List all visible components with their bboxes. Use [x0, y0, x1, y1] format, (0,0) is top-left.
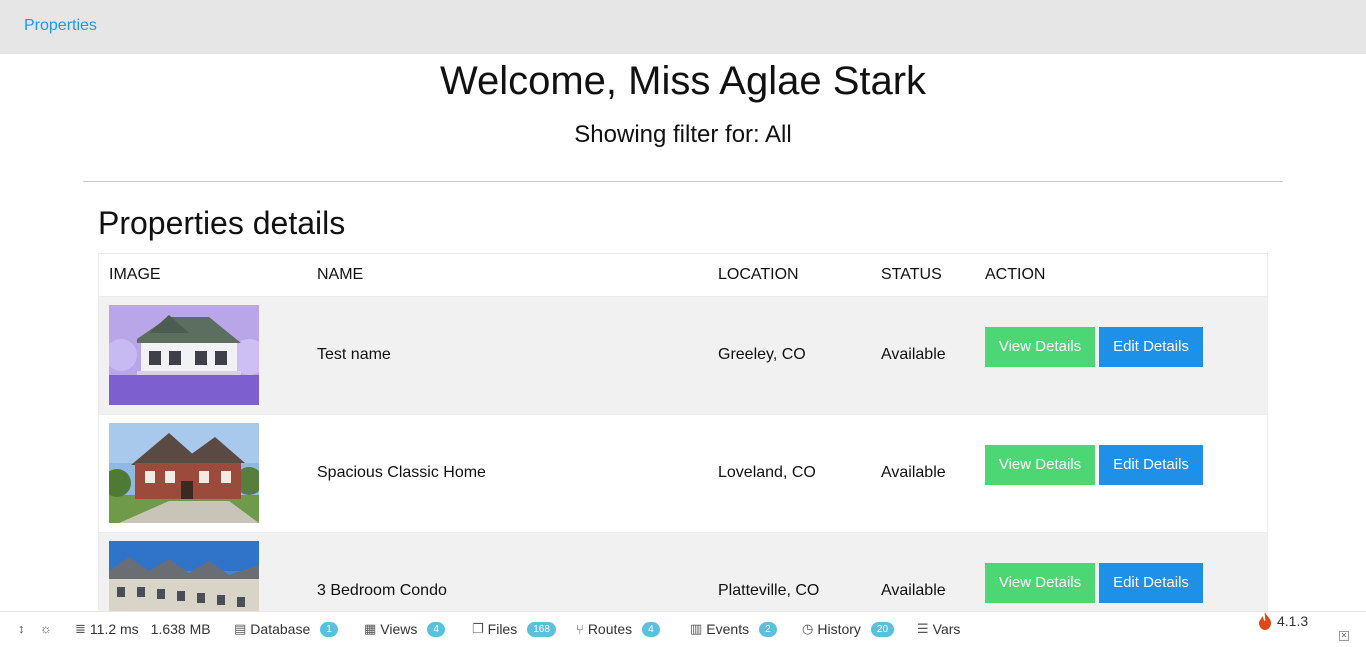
section-title: Properties details [98, 205, 346, 241]
database-icon: ▤ [234, 621, 247, 636]
history-label: History [817, 621, 861, 637]
files-icon: ❐ [472, 621, 484, 636]
vars-label: Vars [932, 621, 961, 637]
header-name: NAME [317, 266, 364, 283]
timeline-tab[interactable]: ≣ 11.2 ms 1.638 MB [75, 621, 211, 637]
views-count-badge: 4 [427, 621, 445, 637]
property-status: Available [881, 582, 946, 599]
properties-table: IMAGE NAME LOCATION STATUS ACTION Test n… [98, 253, 1268, 647]
top-navbar: Properties [0, 0, 1366, 54]
edit-details-button[interactable]: Edit Details [1099, 563, 1203, 603]
nav-brand-link[interactable]: Properties [24, 17, 97, 35]
header-image: IMAGE [109, 266, 161, 283]
header-location: LOCATION [718, 266, 799, 283]
files-tab[interactable]: ❐ Files 168 [472, 621, 556, 637]
routes-label: Routes [587, 621, 633, 637]
edit-details-button[interactable]: Edit Details [1099, 445, 1203, 485]
events-label: Events [706, 621, 750, 637]
property-location: Loveland, CO [718, 464, 816, 481]
events-count-badge: 2 [759, 621, 777, 637]
header-action: ACTION [985, 266, 1046, 283]
close-toolbar-icon[interactable]: ✕ [1339, 631, 1349, 641]
property-name: Spacious Classic Home [317, 464, 486, 481]
files-label: Files [487, 621, 518, 637]
timeline-icon: ≣ [75, 621, 86, 636]
filter-subheading: Showing filter for: All [574, 121, 792, 148]
files-count-badge: 168 [527, 621, 556, 637]
debug-toolbar: ↕ ☼ ≣ 11.2 ms 1.638 MB ▤ Database 1 ▦ Vi… [0, 611, 1366, 647]
edit-details-button[interactable]: Edit Details [1099, 327, 1203, 367]
view-details-button[interactable]: View Details [985, 563, 1095, 603]
table-row: Test name Greeley, CO Available View Det… [99, 297, 1267, 415]
framework-version[interactable]: 4.1.3 [1257, 612, 1308, 630]
property-name: Test name [317, 346, 391, 363]
arrows-vertical-icon: ↕ [18, 621, 25, 636]
history-icon: ◷ [802, 621, 814, 636]
history-count-badge: 20 [870, 621, 895, 637]
theme-toggle[interactable]: ☼ [40, 621, 52, 636]
database-tab[interactable]: ▤ Database 1 [234, 621, 338, 637]
property-location: Platteville, CO [718, 582, 820, 599]
events-tab[interactable]: ▥ Events 2 [690, 621, 777, 637]
property-location: Greeley, CO [718, 346, 806, 363]
database-count-badge: 1 [320, 621, 338, 637]
request-time: 11.2 ms [89, 621, 139, 637]
sun-icon: ☼ [40, 621, 52, 636]
views-icon: ▦ [364, 621, 377, 636]
history-tab[interactable]: ◷ History 20 [802, 621, 895, 637]
toolbar-position-toggle[interactable]: ↕ [18, 621, 25, 636]
view-details-button[interactable]: View Details [985, 327, 1095, 367]
vars-tab[interactable]: ☰ Vars [917, 621, 960, 637]
version-label: 4.1.3 [1277, 613, 1309, 629]
routes-tab[interactable]: ⑂ Routes 4 [576, 621, 660, 637]
routes-count-badge: 4 [642, 621, 660, 637]
table-row: Spacious Classic Home Loveland, CO Avail… [99, 415, 1267, 533]
welcome-heading: Welcome, Miss Aglae Stark [439, 59, 927, 103]
property-image [109, 305, 259, 405]
database-label: Database [250, 621, 311, 637]
memory-usage: 1.638 MB [150, 621, 211, 637]
table-header-row: IMAGE NAME LOCATION STATUS ACTION [99, 254, 1267, 297]
divider [83, 181, 1283, 182]
property-image [109, 423, 259, 523]
view-details-button[interactable]: View Details [985, 445, 1095, 485]
views-label: Views [380, 621, 418, 637]
property-status: Available [881, 346, 946, 363]
property-status: Available [881, 464, 946, 481]
property-name: 3 Bedroom Condo [317, 582, 447, 599]
header-status: STATUS [881, 266, 942, 283]
flame-icon [1259, 612, 1271, 630]
routes-icon: ⑂ [576, 621, 584, 637]
views-tab[interactable]: ▦ Views 4 [364, 621, 445, 637]
list-icon: ☰ [917, 621, 929, 636]
calendar-icon: ▥ [690, 621, 703, 636]
